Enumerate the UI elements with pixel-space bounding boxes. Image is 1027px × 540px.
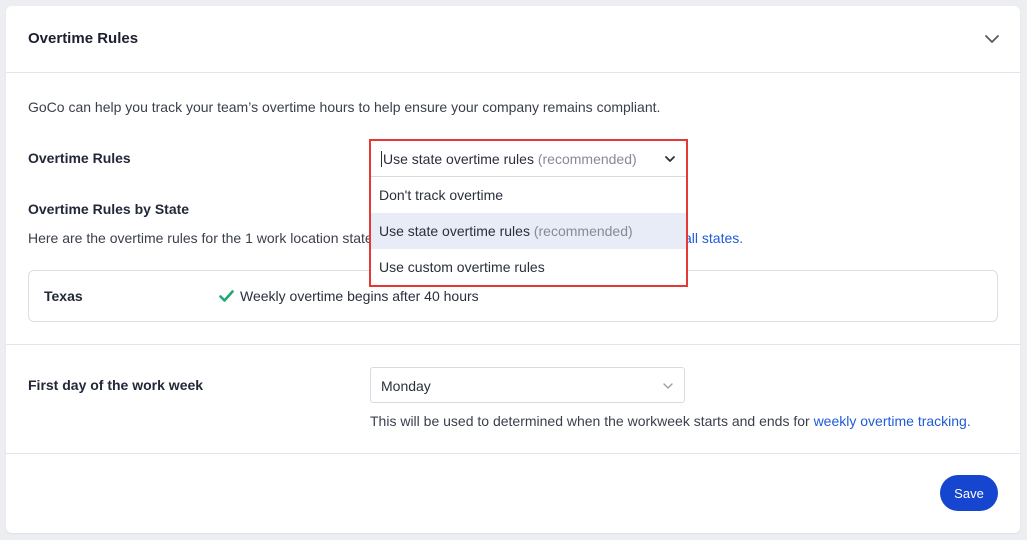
work-week-select-value: Monday — [381, 378, 431, 394]
overtime-rules-select-value: Use state overtime rules (recommended) — [381, 151, 637, 167]
overtime-rules-by-state-label: Overtime Rules by State — [28, 201, 190, 217]
text-caret — [381, 151, 382, 167]
work-week-help-text: This will be used to determined when the… — [370, 413, 971, 429]
card-header[interactable]: Overtime Rules — [6, 6, 1020, 73]
section-divider — [6, 344, 1020, 345]
work-week-label: First day of the work week — [28, 377, 204, 393]
state-rules-text: Here are the overtime rules for the 1 wo… — [28, 230, 373, 246]
description: GoCo can help you track your team’s over… — [28, 99, 661, 115]
overtime-rules-label: Overtime Rules — [28, 150, 131, 166]
chevron-down-icon — [663, 383, 673, 389]
overtime-rules-card: Overtime Rules GoCo can help you track y… — [6, 6, 1020, 533]
footer-divider — [6, 453, 1020, 454]
page-title: Overtime Rules — [28, 30, 139, 47]
chevron-down-icon[interactable] — [984, 31, 1000, 47]
all-states-link[interactable]: all states. — [684, 230, 743, 246]
overtime-rules-dropdown: Use state overtime rules (recommended) D… — [369, 139, 688, 287]
option-use-custom-overtime-rules[interactable]: Use custom overtime rules — [371, 249, 686, 285]
chevron-down-icon[interactable] — [664, 153, 676, 165]
weekly-overtime-tracking-link[interactable]: weekly overtime tracking. — [814, 413, 971, 429]
check-icon — [219, 290, 234, 302]
state-rule-text: Weekly overtime begins after 40 hours — [240, 288, 479, 304]
state-name: Texas — [44, 288, 83, 304]
option-dont-track-overtime[interactable]: Don't track overtime — [371, 177, 686, 213]
save-button[interactable]: Save — [940, 475, 998, 511]
work-week-select[interactable]: Monday — [370, 367, 685, 403]
option-use-state-overtime-rules[interactable]: Use state overtime rules (recommended) — [371, 213, 686, 249]
overtime-rules-select[interactable]: Use state overtime rules (recommended) — [371, 141, 686, 177]
